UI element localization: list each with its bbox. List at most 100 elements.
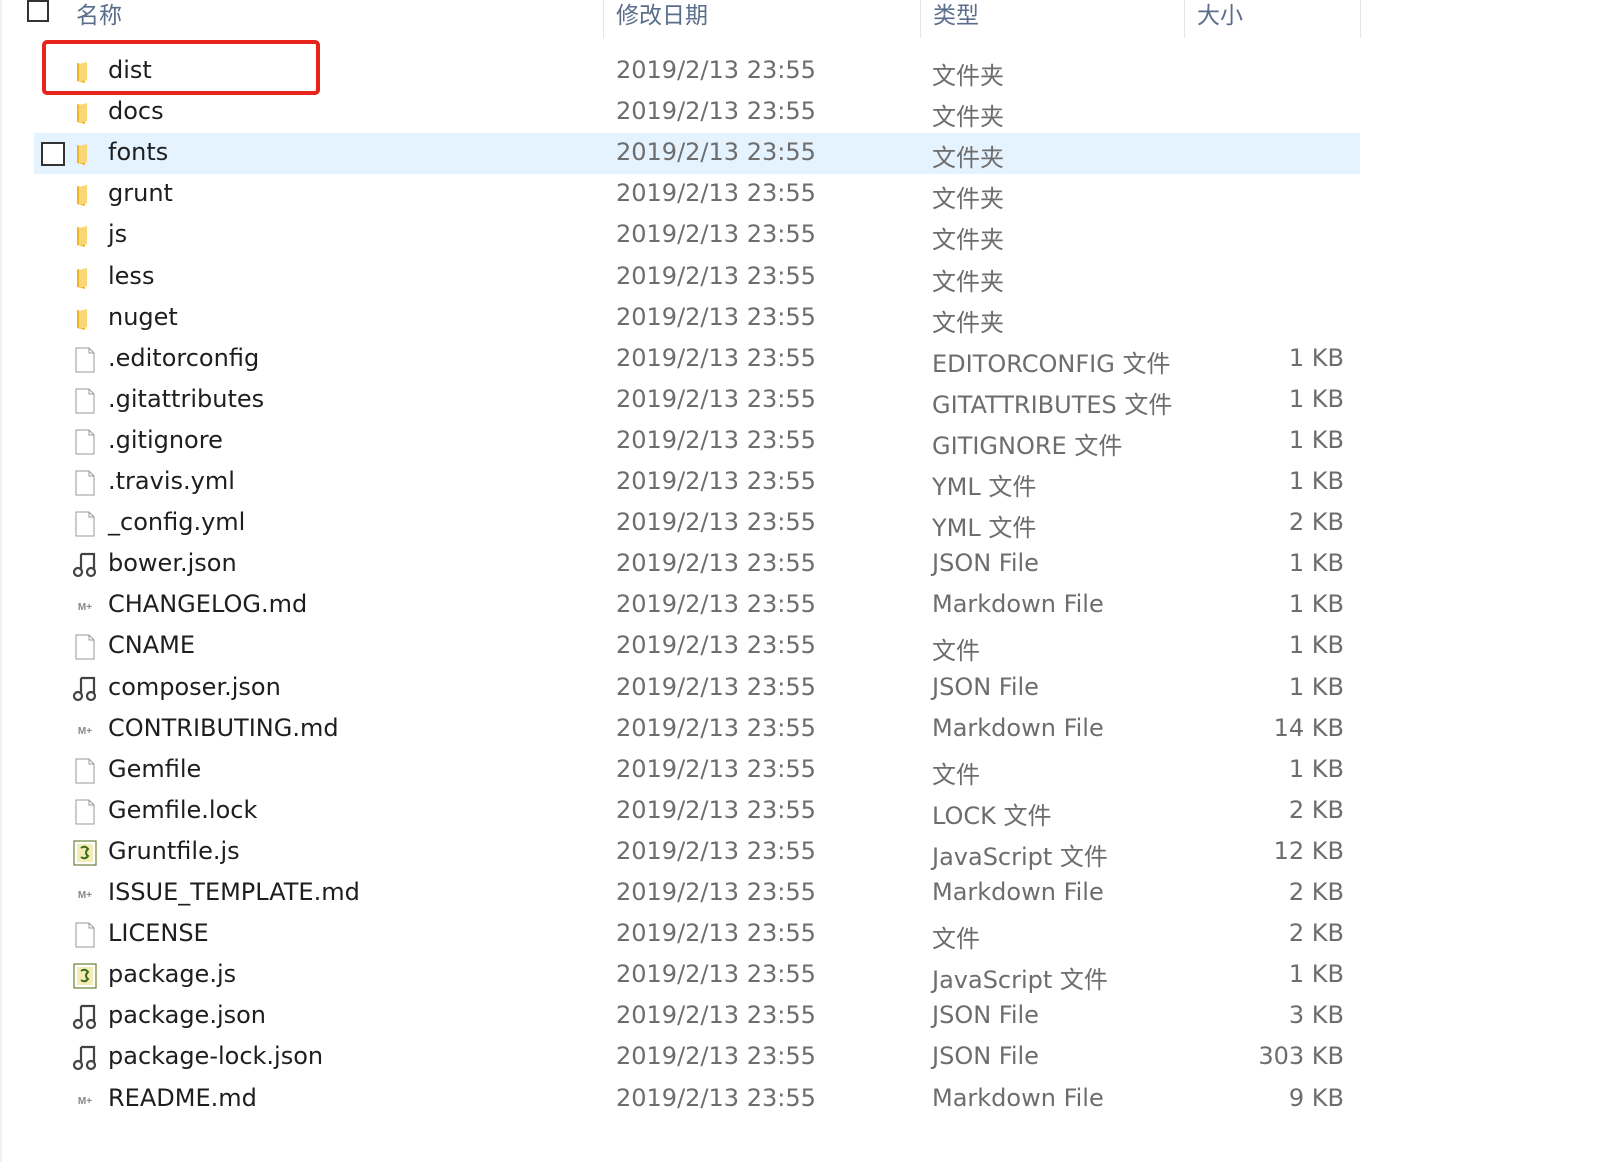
file-modified-date: 2019/2/13 23:55	[616, 302, 816, 331]
file-name[interactable]: docs	[108, 97, 164, 125]
file-name[interactable]: package-lock.json	[108, 1042, 323, 1070]
select-all-checkbox[interactable]	[27, 0, 49, 22]
markdown-icon: M+	[72, 881, 98, 907]
file-name[interactable]: .travis.yml	[108, 467, 235, 495]
file-name[interactable]: Gemfile.lock	[108, 796, 257, 824]
file-row[interactable]: .gitignore 2019/2/13 23:55 GITIGNORE 文件 1 K…	[34, 421, 1360, 462]
file-type: EDITORCONFIG 文件	[932, 349, 1171, 378]
file-modified-date: 2019/2/13 23:55	[616, 1083, 816, 1112]
file-size: 3 KB	[1288, 1001, 1344, 1030]
file-row[interactable]: LICENSE 2019/2/13 23:55 文件 2 KB	[34, 914, 1360, 955]
file-name[interactable]: composer.json	[108, 673, 281, 701]
file-name[interactable]: _config.yml	[108, 508, 245, 536]
file-row[interactable]: _config.yml 2019/2/13 23:55 YML 文件 2 KB	[34, 503, 1360, 544]
file-row[interactable]: Gemfile 2019/2/13 23:55 文件 1 KB	[34, 750, 1360, 791]
file-row[interactable]: js 2019/2/13 23:55 文件夹	[34, 215, 1360, 256]
file-size: 1 KB	[1288, 672, 1344, 701]
file-name[interactable]: .gitattributes	[108, 385, 264, 413]
file-modified-date: 2019/2/13 23:55	[616, 220, 816, 249]
file-row[interactable]: composer.json 2019/2/13 23:55 JSON File 1 K…	[34, 668, 1360, 709]
file-icon	[72, 511, 98, 537]
file-row[interactable]: CNAME 2019/2/13 23:55 文件 1 KB	[34, 626, 1360, 667]
file-type: JSON File	[932, 672, 1039, 701]
file-name[interactable]: .gitignore	[108, 426, 223, 454]
column-divider[interactable]	[1184, 0, 1185, 38]
file-name[interactable]: CONTRIBUTING.md	[108, 714, 339, 742]
column-header-size[interactable]: 大小	[1197, 0, 1243, 30]
file-type: 文件夹	[932, 226, 1004, 255]
file-name[interactable]: LICENSE	[108, 919, 209, 947]
file-name[interactable]: package.js	[108, 960, 236, 988]
file-name[interactable]: CHANGELOG.md	[108, 590, 307, 618]
file-type: JSON File	[932, 1042, 1039, 1071]
row-checkbox[interactable]	[41, 142, 65, 167]
file-icon	[72, 799, 98, 825]
file-name[interactable]: README.md	[108, 1084, 257, 1112]
file-name[interactable]: fonts	[108, 138, 168, 166]
file-name[interactable]: CNAME	[108, 631, 195, 659]
file-row[interactable]: package.js 2019/2/13 23:55 JavaScript 文件 1 …	[34, 955, 1360, 996]
column-header-name[interactable]: 名称	[76, 0, 122, 30]
file-type: 文件夹	[932, 185, 1004, 214]
file-row[interactable]: nuget 2019/2/13 23:55 文件夹	[34, 298, 1360, 339]
file-size: 1 KB	[1288, 960, 1344, 989]
file-row[interactable]: .editorconfig 2019/2/13 23:55 EDITORCONFIG…	[34, 339, 1360, 380]
file-size: 2 KB	[1288, 878, 1344, 906]
column-divider[interactable]	[920, 0, 921, 38]
json-icon	[72, 676, 98, 702]
file-row[interactable]: .travis.yml 2019/2/13 23:55 YML 文件 1 KB	[34, 462, 1360, 503]
file-row[interactable]: package-lock.json 2019/2/13 23:55 JSON Fil…	[34, 1037, 1360, 1078]
svg-text:M+: M+	[78, 890, 92, 901]
file-type: JavaScript 文件	[932, 966, 1108, 995]
file-row[interactable]: M+ CONTRIBUTING.md 2019/2/13 23:55 Markdown…	[34, 709, 1360, 750]
file-row[interactable]: Gruntfile.js 2019/2/13 23:55 JavaScript 文件…	[34, 832, 1360, 873]
file-size: 12 KB	[1273, 836, 1344, 865]
file-row[interactable]: M+ CHANGELOG.md 2019/2/13 23:55 Markdown Fi…	[34, 585, 1360, 626]
file-row[interactable]: M+ README.md 2019/2/13 23:55 Markdown File 9…	[34, 1079, 1360, 1120]
file-modified-date: 2019/2/13 23:55	[616, 179, 816, 208]
file-row[interactable]: grunt 2019/2/13 23:55 文件夹	[34, 174, 1360, 215]
file-modified-date: 2019/2/13 23:55	[616, 919, 816, 948]
file-name[interactable]: package.json	[108, 1001, 266, 1029]
column-divider[interactable]	[603, 0, 604, 38]
file-row[interactable]: Gemfile.lock 2019/2/13 23:55 LOCK 文件 2 KB	[34, 791, 1360, 832]
file-modified-date: 2019/2/13 23:55	[616, 960, 816, 989]
file-name[interactable]: .editorconfig	[108, 344, 259, 372]
file-size: 14 KB	[1273, 713, 1344, 742]
folder-icon	[72, 100, 98, 126]
file-size: 2 KB	[1288, 508, 1344, 537]
file-name[interactable]: nuget	[108, 303, 178, 331]
file-name[interactable]: ISSUE_TEMPLATE.md	[108, 878, 360, 906]
file-name[interactable]: bower.json	[108, 549, 237, 577]
file-row[interactable]: package.json 2019/2/13 23:55 JSON File 3 KB	[34, 996, 1360, 1037]
file-modified-date: 2019/2/13 23:55	[616, 384, 816, 413]
file-row[interactable]: M+ ISSUE_TEMPLATE.md 2019/2/13 23:55 Markdo…	[34, 873, 1360, 914]
file-modified-date: 2019/2/13 23:55	[616, 138, 816, 167]
file-row[interactable]: .gitattributes 2019/2/13 23:55 GITATTRIBUT…	[34, 380, 1360, 421]
file-row[interactable]: dist 2019/2/13 23:55 文件夹	[34, 51, 1360, 92]
file-name[interactable]: less	[108, 262, 154, 290]
file-size: 1 KB	[1288, 549, 1344, 578]
file-icon	[72, 758, 98, 784]
file-name[interactable]: dist	[108, 56, 152, 84]
column-header-type[interactable]: 类型	[933, 0, 979, 30]
file-modified-date: 2019/2/13 23:55	[616, 1042, 816, 1071]
column-header-date[interactable]: 修改日期	[616, 0, 708, 30]
file-row[interactable]: bower.json 2019/2/13 23:55 JSON File 1 KB	[34, 544, 1360, 585]
markdown-icon: M+	[72, 717, 98, 743]
file-row[interactable]: fonts 2019/2/13 23:55 文件夹	[34, 133, 1360, 175]
file-name[interactable]: grunt	[108, 179, 173, 207]
file-name[interactable]: Gemfile	[108, 755, 201, 783]
column-divider[interactable]	[1360, 0, 1361, 38]
file-type: Markdown File	[932, 878, 1104, 906]
file-row[interactable]: less 2019/2/13 23:55 文件夹	[34, 257, 1360, 298]
file-size: 1 KB	[1288, 384, 1344, 413]
file-row[interactable]: docs 2019/2/13 23:55 文件夹	[34, 92, 1360, 133]
file-size: 1 KB	[1288, 343, 1344, 372]
file-size: 1 KB	[1288, 590, 1344, 619]
file-modified-date: 2019/2/13 23:55	[616, 672, 816, 701]
file-name[interactable]: js	[108, 220, 127, 248]
file-type: YML 文件	[932, 514, 1037, 543]
file-type: 文件	[932, 760, 980, 789]
file-name[interactable]: Gruntfile.js	[108, 837, 240, 865]
